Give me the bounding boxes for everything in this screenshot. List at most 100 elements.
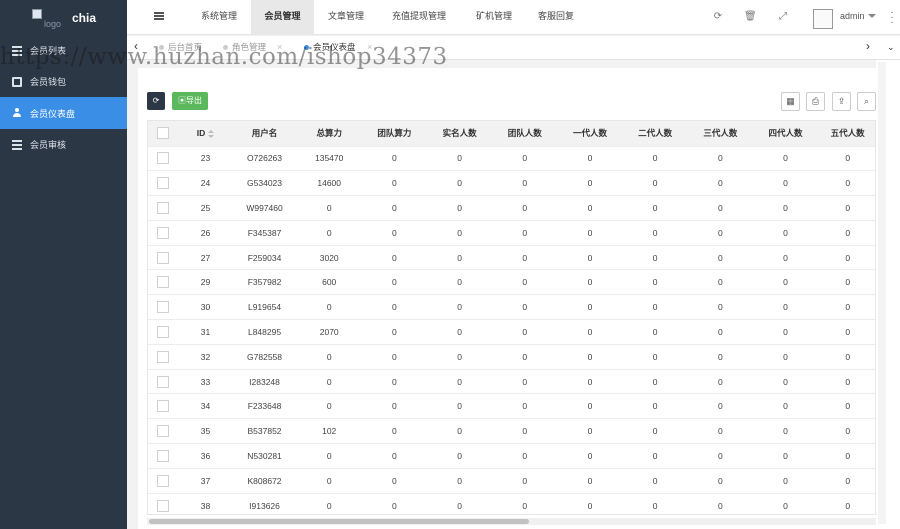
column-header-total-hashpower: 总算力 [316, 128, 342, 139]
row-checkbox[interactable] [157, 400, 170, 413]
table-cell: 0 [427, 145, 492, 171]
table-cell: 0 [361, 269, 428, 295]
row-checkbox[interactable] [157, 325, 170, 338]
row-checkbox[interactable] [157, 177, 170, 190]
column-header-id[interactable]: ID [179, 121, 232, 146]
vertical-scrollbar[interactable] [878, 62, 886, 524]
sidebar-item-label: 会员钱包 [30, 77, 67, 87]
sort-icon[interactable] [208, 130, 215, 138]
table-cell: 0 [752, 343, 819, 370]
chevron-down-icon[interactable]: ⌄ [887, 42, 895, 53]
table-cell: 0 [622, 319, 688, 345]
table-header-row: ID 用户名 总算力 团队算力 实名人数 团队人数 一代人数 二代人数 三代人数… [148, 121, 875, 146]
table-row[interactable]: 33 I283248 0 0 0 0 0 0 0 0 0 [148, 368, 875, 394]
table-cell: 0 [361, 170, 428, 196]
row-checkbox-cell [148, 294, 179, 320]
table-cell: 0 [752, 319, 819, 345]
row-checkbox[interactable] [157, 474, 170, 487]
table-cell: 0 [818, 269, 875, 295]
sidebar-item-member-dashboard[interactable]: 会员仪表盘 [0, 97, 127, 129]
table-row[interactable]: 35 B537852 102 0 0 0 0 0 0 0 0 [148, 418, 875, 444]
table-cell: 0 [296, 294, 362, 320]
table-cell: 0 [687, 294, 753, 320]
table-cell: N530281 [232, 443, 297, 469]
print-button[interactable]: ⎙ [806, 92, 825, 111]
row-checkbox-cell [148, 319, 179, 345]
table-cell: 0 [491, 492, 558, 514]
more-icon[interactable]: · · · [889, 8, 895, 28]
export-button[interactable]: ▣导出 [172, 92, 208, 110]
table-cell: 0 [622, 418, 688, 444]
table-row[interactable]: 32 G782558 0 0 0 0 0 0 0 0 0 [148, 343, 875, 370]
table-cell: 0 [752, 269, 819, 295]
column-filter-button[interactable]: ▦ [781, 92, 800, 111]
row-checkbox[interactable] [157, 276, 170, 289]
table-cell: 0 [818, 319, 875, 345]
logo-image: logo [32, 8, 66, 29]
nav-system-management[interactable]: 系统管理 [189, 0, 249, 35]
table-cell: 0 [491, 467, 558, 494]
trash-icon[interactable]: 🗑 [744, 11, 757, 23]
horizontal-scrollbar[interactable] [147, 518, 876, 525]
table-body: 23 O726263 135470 0 0 0 0 0 0 0 0 24 G534023 14600 0 0 0… [148, 145, 875, 514]
nav-article-management[interactable]: 文章管理 [316, 0, 376, 35]
sidebar-item-member-wallet[interactable]: 会员钱包 [0, 66, 127, 97]
table-row[interactable]: 31 L848295 2070 0 0 0 0 0 0 0 0 [148, 319, 875, 345]
row-checkbox[interactable] [157, 350, 170, 363]
row-checkbox[interactable] [157, 251, 170, 264]
table-row[interactable]: 36 N530281 0 0 0 0 0 0 0 0 0 [148, 443, 875, 469]
row-checkbox[interactable] [157, 152, 170, 165]
table-cell: 0 [361, 418, 428, 444]
main-panel: ⟳ ▣导出 ▦ ⎙ ⇪ ⌕ ID 用户名 总算力 团队算力 实名人数 团队人数 … [138, 68, 885, 529]
chevron-down-icon[interactable] [868, 14, 876, 18]
scrollbar-thumb[interactable] [149, 519, 529, 524]
sidebar-item-member-review[interactable]: 会员审核 [0, 129, 127, 160]
refresh-button[interactable]: ⟳ [147, 92, 165, 110]
watermark-text: https://www.huzhan.com/ishop34373 [0, 44, 448, 70]
row-checkbox[interactable] [157, 226, 170, 239]
table-row[interactable]: 24 G534023 14600 0 0 0 0 0 0 0 0 [148, 170, 875, 196]
export-file-button[interactable]: ⇪ [832, 92, 851, 111]
table-cell: 3020 [296, 244, 362, 270]
table-cell: 0 [818, 492, 875, 514]
table-cell: 0 [752, 467, 819, 494]
row-checkbox[interactable] [157, 449, 170, 462]
table-row[interactable]: 38 I913626 0 0 0 0 0 0 0 0 0 [148, 492, 875, 514]
table-row[interactable]: 26 F345387 0 0 0 0 0 0 0 0 0 [148, 219, 875, 246]
row-checkbox[interactable] [157, 301, 170, 314]
table-row[interactable]: 37 K808672 0 0 0 0 0 0 0 0 0 [148, 467, 875, 494]
table-row[interactable]: 23 O726263 135470 0 0 0 0 0 0 0 0 [148, 145, 875, 171]
table-cell: 0 [687, 244, 753, 270]
column-header-gen5-count: 五代人数 [830, 128, 865, 139]
row-checkbox[interactable] [157, 375, 170, 388]
refresh-icon[interactable]: ⟳ [712, 11, 724, 23]
table-cell: L919654 [232, 294, 297, 320]
table-row[interactable]: 30 L919654 0 0 0 0 0 0 0 0 0 [148, 294, 875, 320]
row-checkbox[interactable] [157, 201, 170, 214]
table-cell: 0 [752, 294, 819, 320]
user-name[interactable]: admin [840, 11, 865, 21]
table-cell: 0 [622, 368, 688, 394]
menu-toggle-icon[interactable] [154, 12, 164, 20]
table-row[interactable]: 25 W997460 0 0 0 0 0 0 0 0 0 [148, 195, 875, 221]
table-row[interactable]: 34 F233648 0 0 0 0 0 0 0 0 0 [148, 393, 875, 419]
nav-recharge-withdraw-management[interactable]: 充值提现管理 [383, 0, 455, 35]
nav-miner-management[interactable]: 矿机管理 [464, 0, 524, 35]
chevron-right-icon[interactable]: › [866, 39, 870, 53]
table-cell: W997460 [232, 195, 297, 221]
nav-customer-service-reply[interactable]: 客服回复 [526, 0, 586, 35]
nav-member-management[interactable]: 会员管理 [251, 0, 314, 35]
table-row[interactable]: 27 F259034 3020 0 0 0 0 0 0 0 0 [148, 244, 875, 270]
search-button[interactable]: ⌕ [857, 92, 876, 111]
table-cell: 0 [687, 145, 753, 171]
avatar[interactable] [813, 9, 833, 29]
row-checkbox[interactable] [157, 425, 170, 438]
column-header-username: 用户名 [251, 128, 278, 139]
table-row[interactable]: 29 F357982 600 0 0 0 0 0 0 0 0 [148, 269, 875, 295]
row-checkbox[interactable] [157, 499, 170, 512]
table-cell: 0 [557, 244, 623, 270]
fullscreen-icon[interactable]: ⤢ [777, 11, 789, 23]
select-all-checkbox[interactable] [157, 127, 170, 140]
table-cell: 0 [361, 343, 428, 370]
export-label: 导出 [186, 96, 202, 105]
